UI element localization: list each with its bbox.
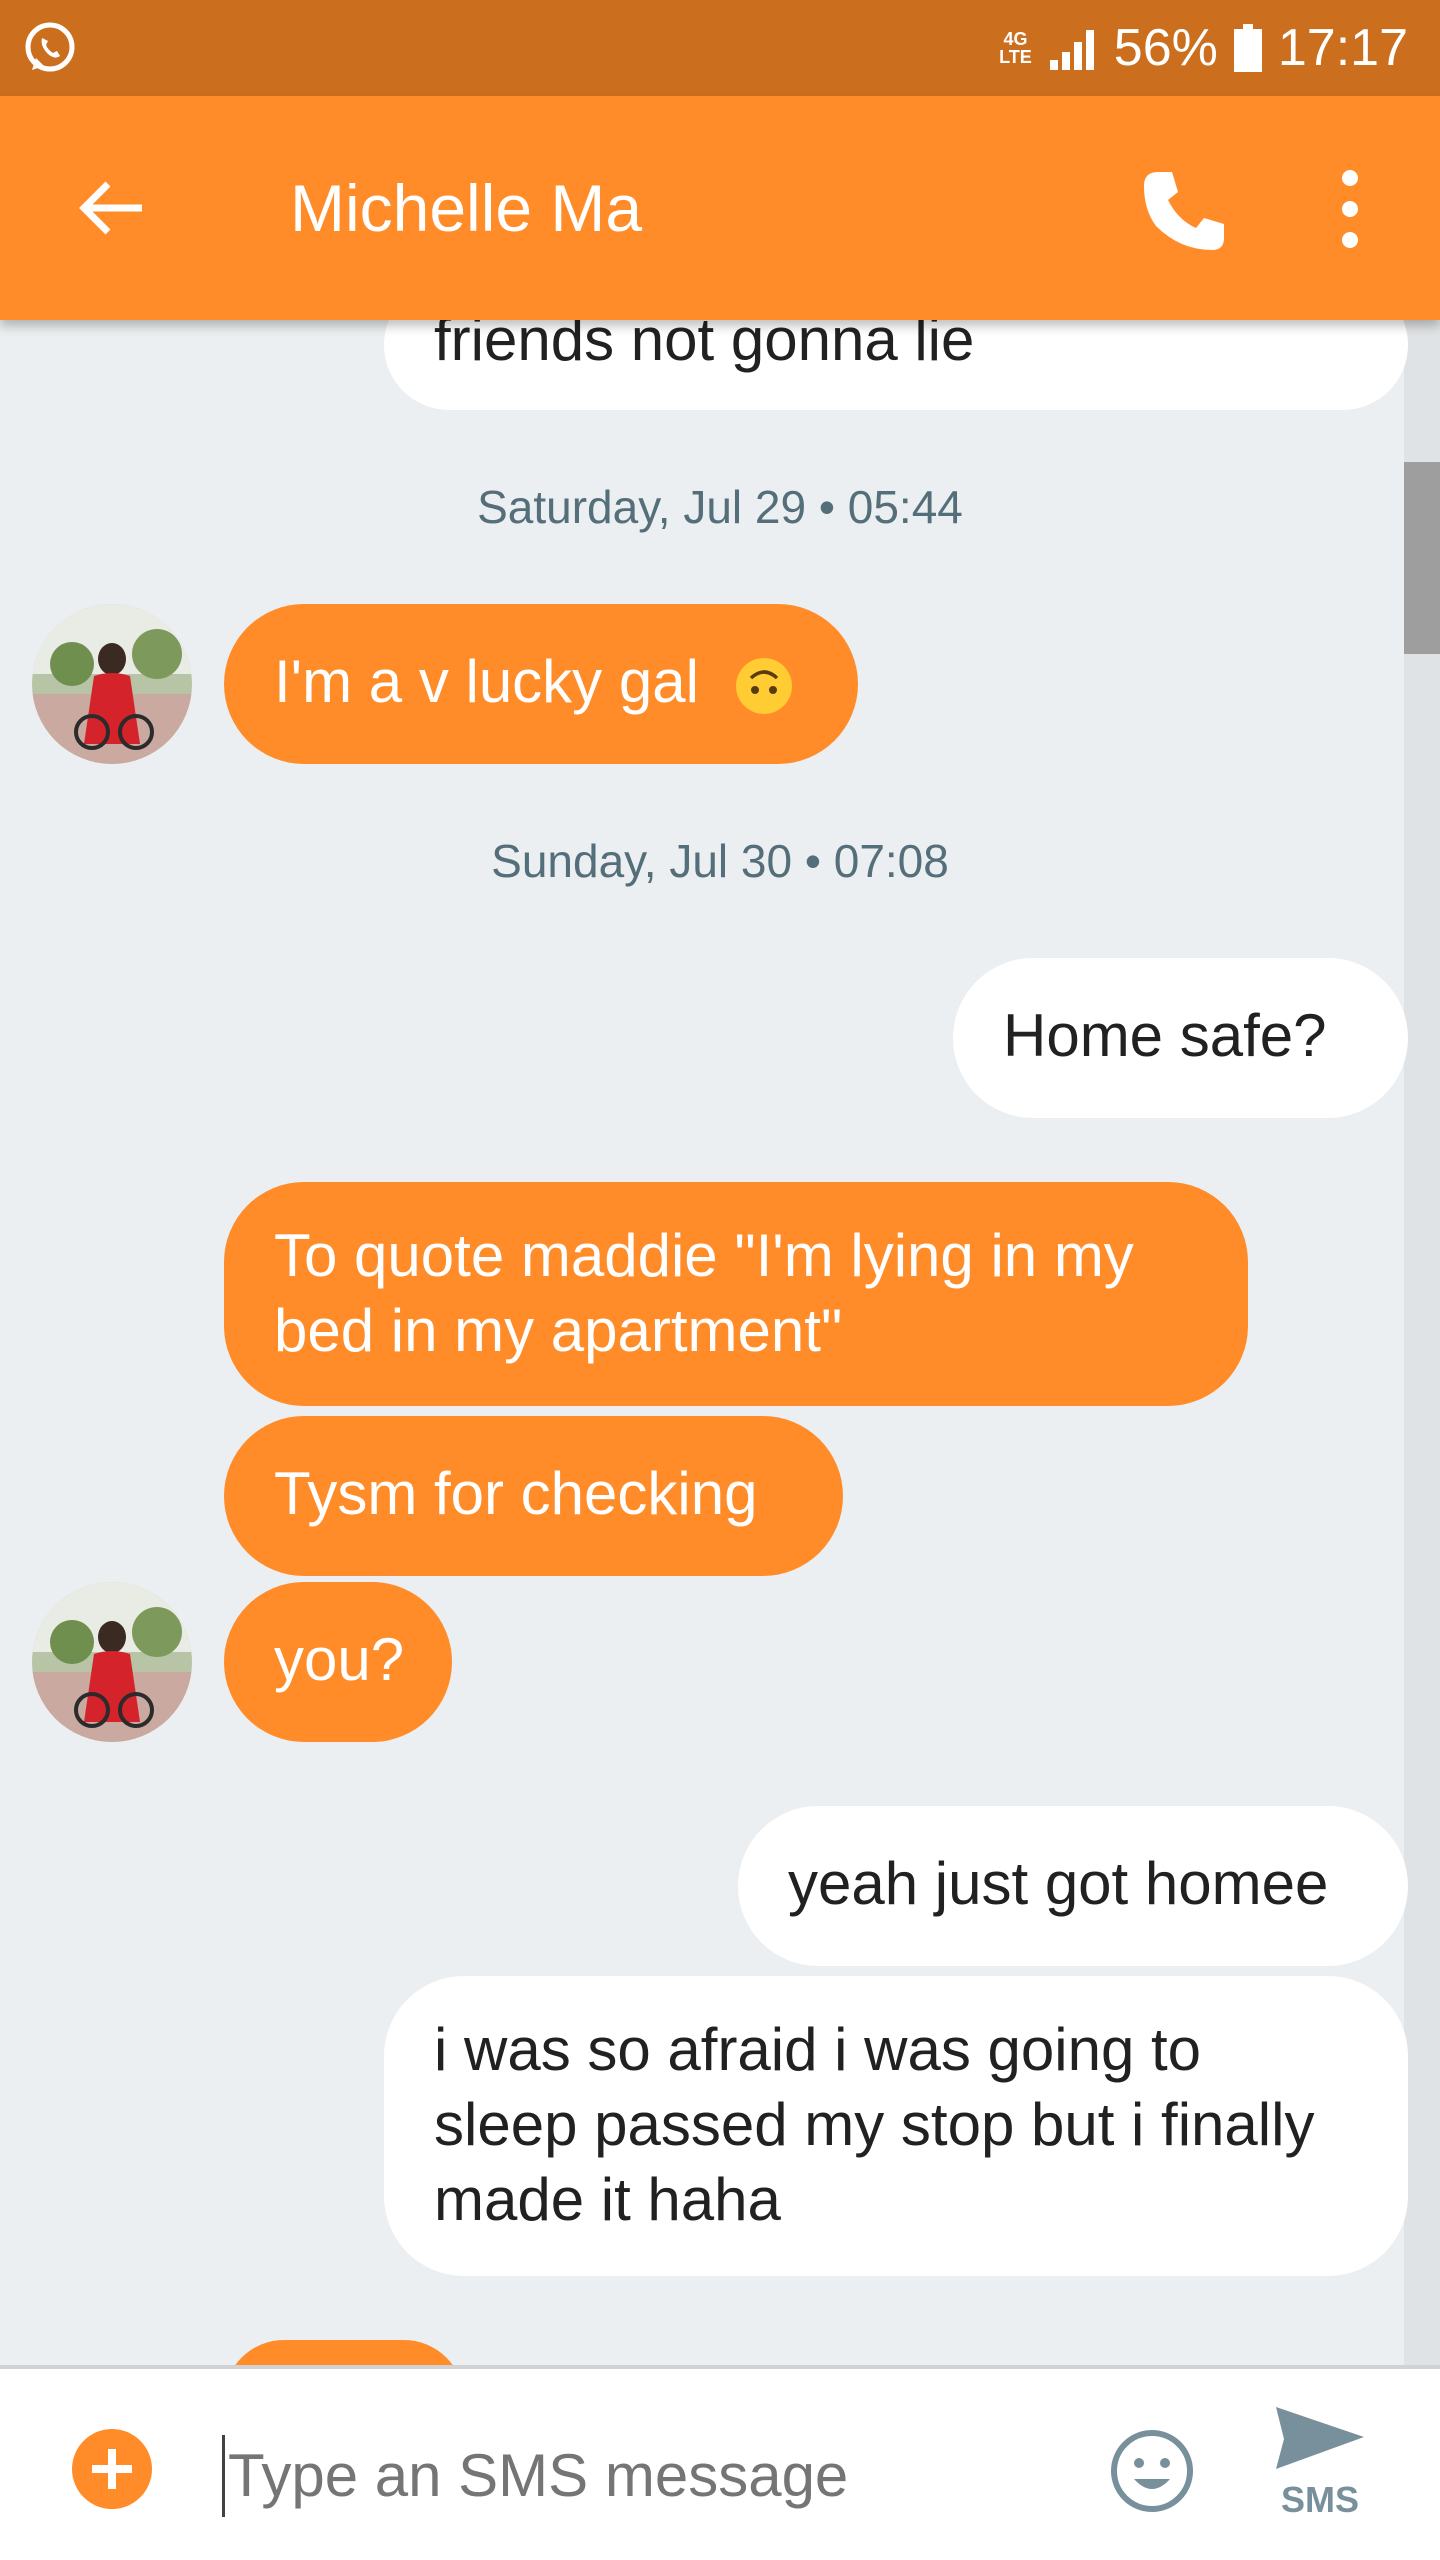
message-text: i was so afraid i was going to sleep pas… (434, 2016, 1315, 2233)
plus-icon (92, 2449, 132, 2489)
battery-percent: 56% (1113, 19, 1218, 77)
signal-icon (1049, 30, 1094, 70)
send-button-label[interactable]: SMS (1260, 2479, 1380, 2521)
network-type-icon: 4G LTE (999, 29, 1032, 67)
clock: 17:17 (1277, 19, 1408, 77)
message-outgoing[interactable]: i was so afraid i was going to sleep pas… (384, 1976, 1408, 2276)
send-icon[interactable] (1270, 2399, 1370, 2479)
message-text: I'm a v lucky gal (274, 648, 699, 715)
message-incoming[interactable]: you? (224, 1582, 452, 1742)
message-text: yeah just got homee (788, 1850, 1329, 1917)
attach-button[interactable] (72, 2429, 152, 2509)
whatsapp-icon (25, 22, 75, 72)
emoji-icon[interactable] (1110, 2429, 1194, 2513)
back-arrow-icon[interactable] (72, 168, 152, 248)
upside-down-face-icon (734, 656, 794, 716)
contact-avatar[interactable] (32, 1582, 192, 1742)
message-text: Tysm for checking (274, 1460, 758, 1527)
timestamp-divider: Saturday, Jul 29 • 05:44 (477, 481, 963, 533)
message-input[interactable] (226, 2419, 1050, 2531)
message-incoming-partial[interactable] (224, 2340, 464, 2365)
message-incoming[interactable]: I'm a v lucky gal (224, 604, 858, 764)
message-text: you? (274, 1626, 405, 1693)
contact-avatar[interactable] (32, 604, 192, 764)
conversation-list[interactable]: friends not gonna lie Saturday, Jul 29 •… (0, 0, 1440, 2365)
battery-icon (1233, 24, 1262, 72)
message-outgoing[interactable]: Home safe? (953, 958, 1408, 1118)
status-bar: 4G LTE 56% 17:17 (0, 0, 1440, 96)
message-text: To quote maddie "I'm lying in my bed in … (274, 1222, 1134, 1364)
message-incoming[interactable]: To quote maddie "I'm lying in my bed in … (224, 1182, 1248, 1406)
text-cursor (222, 2435, 225, 2517)
more-options-icon[interactable] (1320, 164, 1380, 254)
app-bar: Michelle Ma (0, 96, 1440, 320)
message-composer: SMS (0, 2365, 1440, 2560)
contact-name: Michelle Ma (290, 171, 643, 245)
timestamp-divider: Sunday, Jul 30 • 07:08 (491, 835, 949, 887)
message-incoming[interactable]: Tysm for checking (224, 1416, 843, 1576)
message-text: Home safe? (1003, 1002, 1327, 1069)
message-outgoing[interactable]: yeah just got homee (738, 1806, 1408, 1966)
phone-icon[interactable] (1140, 166, 1230, 256)
